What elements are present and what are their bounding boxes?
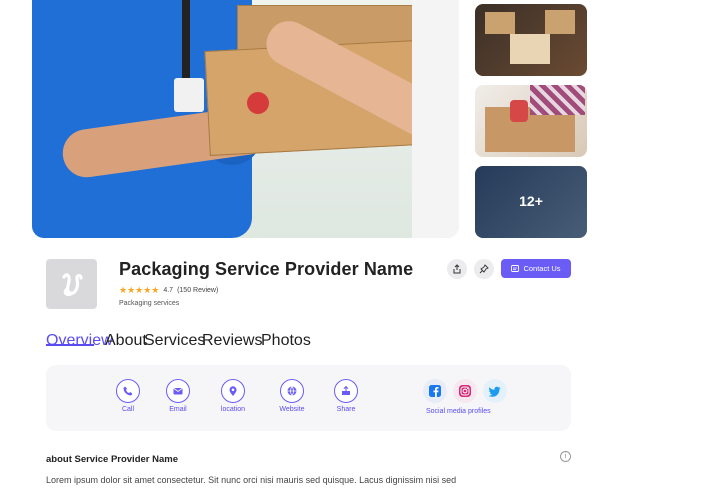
active-tab-indicator: [46, 344, 94, 346]
contact-actions-card: Call Email location Website Share Social…: [46, 365, 571, 431]
location-action[interactable]: location: [203, 379, 263, 413]
contact-us-button[interactable]: Contact Us: [501, 259, 571, 278]
location-label: location: [220, 406, 246, 413]
logo-mark-icon: [61, 273, 83, 296]
about-heading: about Service Provider Name: [46, 454, 178, 465]
instagram-icon[interactable]: [453, 379, 477, 403]
provider-rating: ★★★★★ 4.7 (150 Review): [119, 285, 218, 296]
social-media-label: Social media profiles: [426, 408, 491, 415]
location-icon: [221, 379, 245, 403]
globe-icon: [280, 379, 304, 403]
gallery-thumbnail-more[interactable]: 12+: [475, 166, 587, 238]
about-description: Lorem ipsum dolor sit amet consectetur. …: [46, 475, 457, 485]
share-icon: [334, 379, 358, 403]
review-count[interactable]: (150 Review): [177, 287, 218, 294]
share-label: Share: [336, 406, 356, 413]
tab-about[interactable]: About: [105, 332, 147, 350]
share-action[interactable]: Share: [316, 379, 376, 413]
rating-value: 4.7: [163, 287, 174, 294]
message-icon: [511, 264, 520, 272]
provider-category: Packaging services: [119, 300, 180, 307]
facebook-icon[interactable]: [423, 379, 447, 403]
provider-logo: [46, 259, 97, 309]
tab-photos[interactable]: Photos: [261, 332, 311, 350]
gallery-thumbnail-1[interactable]: [475, 4, 587, 76]
pin-button[interactable]: [474, 259, 494, 279]
email-label: Email: [169, 406, 187, 413]
tab-overview[interactable]: Overview: [46, 332, 113, 350]
website-label: Website: [279, 406, 305, 413]
hero-image[interactable]: [32, 0, 459, 238]
website-action[interactable]: Website: [262, 379, 322, 413]
share-button[interactable]: [447, 259, 467, 279]
email-icon: [166, 379, 190, 403]
tab-services[interactable]: Services: [144, 332, 205, 350]
social-icons: [423, 379, 507, 403]
twitter-icon[interactable]: [483, 379, 507, 403]
more-photos-count: 12+: [519, 193, 543, 209]
contact-us-label: Contact Us: [523, 264, 561, 273]
star-rating-icon: ★★★★★: [119, 285, 160, 295]
call-label: Call: [121, 406, 135, 413]
upload-share-icon: [453, 264, 461, 274]
gallery-thumbnail-2[interactable]: [475, 85, 587, 157]
provider-name: Packaging Service Provider Name: [119, 259, 414, 279]
phone-icon: [116, 379, 140, 403]
info-icon[interactable]: i: [560, 451, 571, 462]
email-action[interactable]: Email: [148, 379, 208, 413]
tab-reviews[interactable]: Reviews: [202, 332, 262, 350]
pin-icon: [479, 264, 489, 274]
